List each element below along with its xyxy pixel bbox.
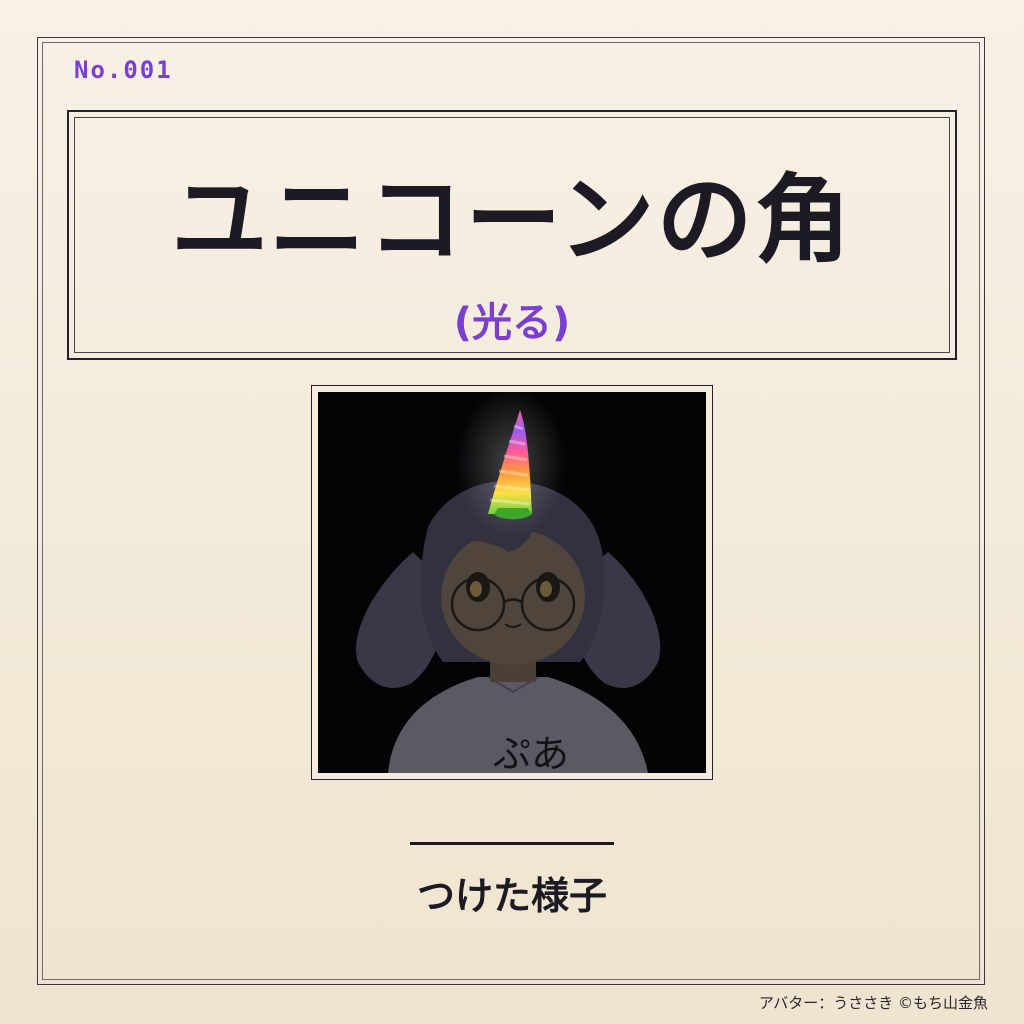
caption-divider xyxy=(410,842,614,845)
avatar-preview-image: ぷあ xyxy=(318,392,706,773)
glowing-unicorn-horn xyxy=(456,392,566,537)
item-subtitle: (光る) xyxy=(453,300,571,346)
shirt-print: ぷあ xyxy=(493,732,569,773)
avatar-illustration: ぷあ xyxy=(318,392,706,773)
item-title: ユニコーンの角 xyxy=(171,163,853,276)
item-number: No.001 xyxy=(74,56,173,84)
avatar-credit: アバター：うささき ©もち山金魚 xyxy=(758,994,988,1012)
image-caption: つけた様子 xyxy=(416,873,607,918)
